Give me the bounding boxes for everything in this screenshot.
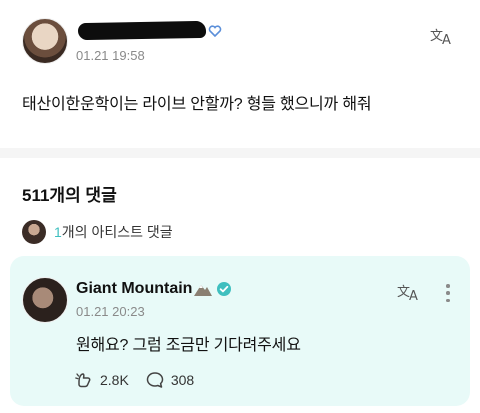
- reply-count: 308: [170, 372, 195, 388]
- artist-comment-body: 원해요? 그럼 조금만 기다려주세요: [76, 337, 301, 354]
- section-divider: [0, 148, 480, 158]
- cheer-count: 2.8K: [100, 372, 129, 388]
- artist-comment-time: 01.21 20:23: [76, 304, 145, 319]
- reply-button[interactable]: 308: [145, 370, 194, 390]
- mountain-emoji-icon: [194, 285, 213, 296]
- post-author-avatar[interactable]: [22, 18, 68, 64]
- artist-mini-avatar: [22, 220, 46, 244]
- artist-reply-label: 1개의 아티스트 댓글: [54, 222, 173, 242]
- post-body: 태산이한운학이는 라이브 안할까? 형들 했으니까 해줘: [22, 96, 372, 113]
- artist-avatar[interactable]: [22, 277, 68, 323]
- artist-reply-count: 1: [54, 224, 62, 240]
- cheer-button[interactable]: 2.8K: [74, 370, 129, 390]
- comment-translate-button[interactable]: 文 A: [396, 280, 424, 304]
- more-options-button[interactable]: [438, 282, 458, 304]
- more-vertical-icon: [446, 284, 450, 288]
- cheer-icon: [75, 373, 91, 388]
- comment-actions: 2.8K 308: [74, 370, 210, 390]
- post-header: 01.21 19:58 文 A: [22, 18, 462, 66]
- artist-comment-card: Giant Mountain 01.21 20:23 文 A 원해요? 그럼 조…: [10, 256, 470, 406]
- artist-author-name: Giant Mountain: [76, 280, 193, 297]
- translate-icon: 文 A: [397, 285, 418, 302]
- verified-check-icon: [217, 282, 232, 296]
- artist-author-line[interactable]: Giant Mountain: [76, 280, 232, 298]
- translate-icon: 文 A: [430, 29, 451, 46]
- comment-bubble-icon: [146, 372, 164, 388]
- svg-text:A: A: [409, 289, 418, 302]
- comment-count: 511개의 댓글: [22, 186, 117, 205]
- svg-text:A: A: [442, 33, 451, 46]
- artist-reply-suffix: 개의 아티스트 댓글: [61, 224, 173, 240]
- heart-badge-icon: [208, 25, 222, 38]
- post-author-name-redacted[interactable]: [77, 20, 207, 41]
- post-translate-button[interactable]: 文 A: [429, 24, 457, 48]
- post-time: 01.21 19:58: [76, 48, 145, 63]
- artist-reply-toggle[interactable]: 1개의 아티스트 댓글: [22, 219, 173, 245]
